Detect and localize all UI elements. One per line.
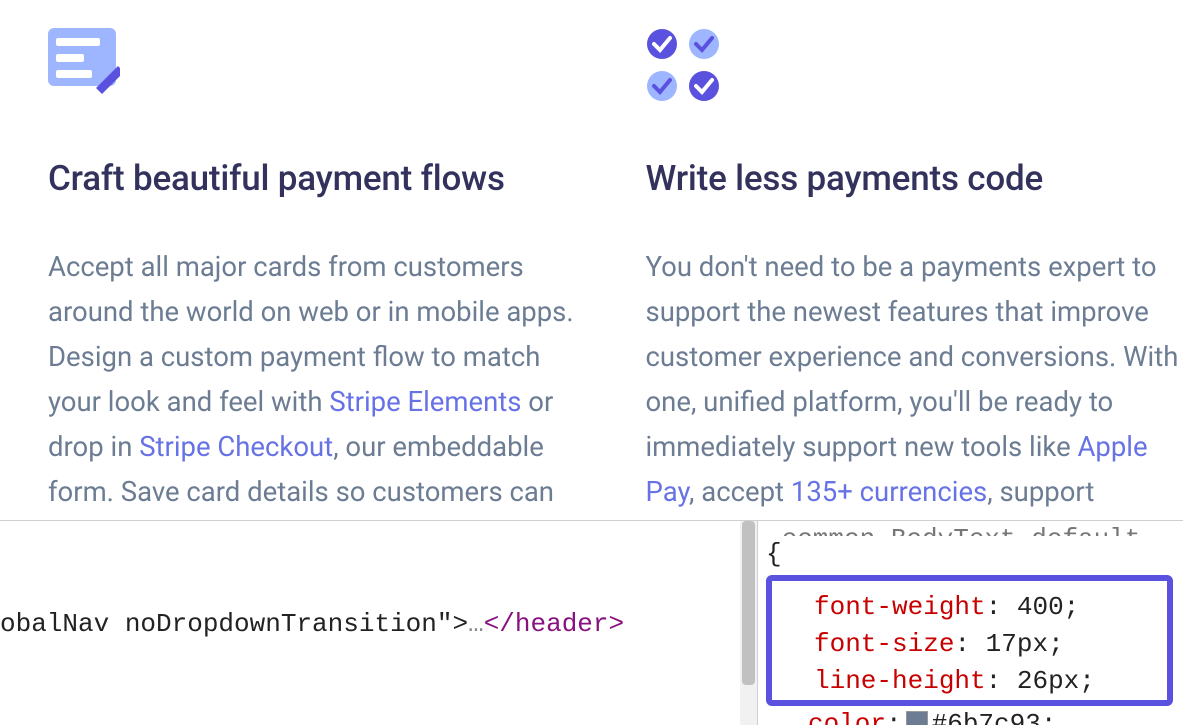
body-text-left: Accept all major cards from customers ar…: [48, 244, 586, 559]
css-highlight-box: font-weight: 400; font-size: 17px; line-…: [766, 575, 1173, 706]
css-rule[interactable]: font-size: 17px;: [814, 626, 1155, 663]
elements-dom-tree[interactable]: obalNav noDropdownTransition">…</header>…: [0, 521, 740, 725]
css-rule[interactable]: font-weight: 400;: [814, 589, 1155, 626]
heading-less-code: Write less payments code: [646, 158, 1183, 199]
column-left: Craft beautiful payment flows Accept all…: [48, 28, 586, 559]
scrollbar-thumb[interactable]: [742, 521, 755, 685]
css-rule-color[interactable]: color:#6b7c93;: [760, 706, 1183, 725]
checkmarks-icon: [646, 28, 1183, 103]
body-text-right: You don't need to be a payments expert t…: [646, 244, 1183, 559]
form-edit-icon: [48, 28, 586, 103]
link-stripe-checkout[interactable]: Stripe Checkout: [139, 430, 333, 463]
css-rule[interactable]: line-height: 26px;: [814, 663, 1155, 700]
heading-payment-flows: Craft beautiful payment flows: [48, 158, 586, 199]
column-right: Write less payments code You don't need …: [646, 28, 1183, 559]
devtools-panel: obalNav noDropdownTransition">…</header>…: [0, 520, 1183, 725]
dom-scrollbar[interactable]: [740, 521, 758, 725]
marketing-columns: Craft beautiful payment flows Accept all…: [0, 0, 1183, 559]
color-swatch-icon[interactable]: [906, 711, 928, 725]
css-selector: .common-BodyText default: [760, 521, 1183, 536]
link-currencies[interactable]: 135+ currencies: [791, 475, 987, 508]
styles-pane[interactable]: .common-BodyText default { font-weight: …: [758, 521, 1183, 725]
css-open-brace: {: [760, 536, 1183, 573]
link-stripe-elements[interactable]: Stripe Elements: [329, 385, 521, 418]
